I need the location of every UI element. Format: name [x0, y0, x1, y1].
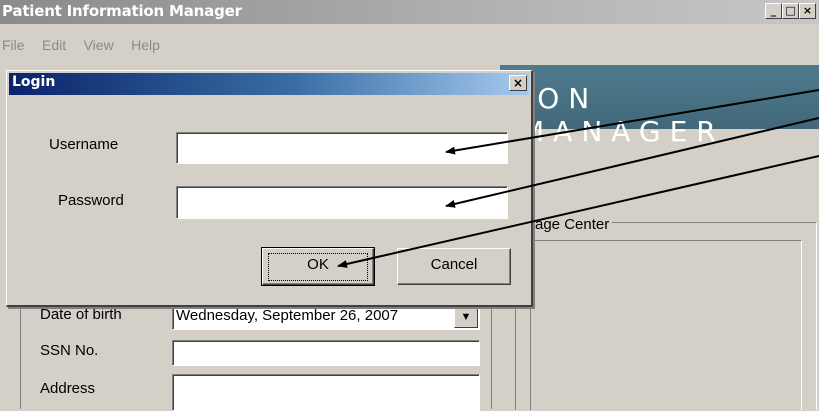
message-center-label: ssage Center [520, 216, 613, 233]
ssn-label: SSN No. [40, 342, 99, 359]
close-icon[interactable]: × [509, 75, 527, 91]
menu-help[interactable]: Help [131, 37, 160, 53]
banner-title: ION MANAGER [520, 82, 725, 148]
username-label: Username [49, 136, 119, 153]
cancel-button[interactable]: Cancel [397, 248, 511, 285]
dob-value: Wednesday, September 26, 2007 [176, 307, 399, 324]
menu-bar: File Edit View Help [0, 37, 173, 57]
ok-focus-rect [268, 253, 368, 281]
address-label: Address [40, 380, 96, 397]
password-label: Password [58, 192, 124, 209]
ssn-input[interactable] [172, 340, 480, 366]
login-title: Login [12, 74, 56, 90]
chevron-down-icon[interactable]: ▼ [454, 306, 478, 328]
address-input[interactable] [172, 374, 480, 411]
menu-file[interactable]: File [2, 37, 25, 53]
menu-view[interactable]: View [84, 37, 114, 53]
main-window-title: Patient Information Manager [2, 2, 242, 20]
dob-label: Date of birth [40, 306, 122, 323]
password-input[interactable] [176, 186, 508, 219]
menu-edit[interactable]: Edit [42, 37, 66, 53]
message-center-list[interactable] [530, 240, 802, 410]
maximize-button[interactable]: □ [782, 3, 799, 19]
minimize-button[interactable]: _ [765, 3, 782, 19]
close-button[interactable]: × [799, 3, 816, 19]
username-input[interactable] [176, 132, 508, 164]
login-titlebar[interactable] [9, 73, 529, 95]
